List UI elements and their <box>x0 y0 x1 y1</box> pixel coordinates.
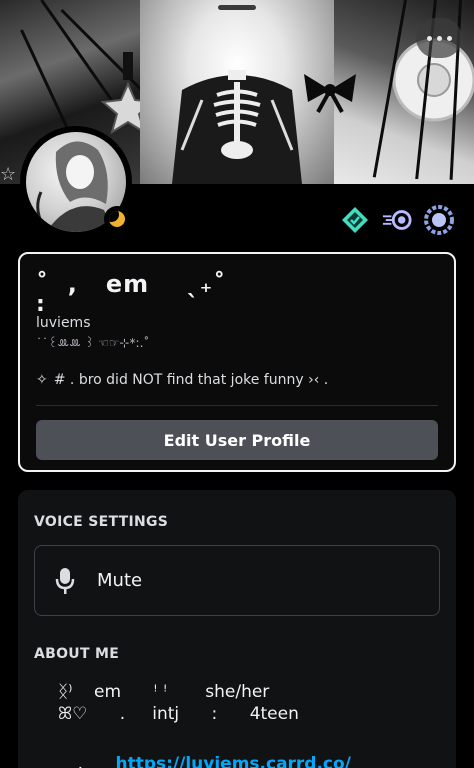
more-options-button[interactable] <box>416 18 462 58</box>
star-outline-icon: ☆ <box>0 164 17 185</box>
about-me-line-3: . https://luviems.carrd.co/ <box>56 734 351 768</box>
display-name: ˚ , em ˎ₊˚ <box>36 270 227 298</box>
username: luviems <box>36 315 91 331</box>
profile-card: ˚ , em ˎ₊˚ : luviems ˙˙꒰ꔛꔛ ꒱ ☜☞⊹*:.˚ ✧ #… <box>18 252 456 472</box>
about-me-line-2: ꕤ♡ . intj : 4teen <box>58 704 299 724</box>
quest-laurel-icon[interactable] <box>424 205 454 235</box>
profile-badges <box>340 205 454 235</box>
display-name-sub: : <box>36 292 45 317</box>
voice-about-card: VOICE SETTINGS Mute ABOUT ME ᛝ⁾ em ꜝ ꜝ s… <box>18 490 456 768</box>
edit-user-profile-button[interactable]: Edit User Profile <box>36 420 438 460</box>
divider <box>36 405 438 406</box>
more-horizontal-icon <box>426 35 432 41</box>
nitro-boost-icon[interactable] <box>382 205 412 235</box>
carrd-link[interactable]: https://luviems.carrd.co/ <box>115 754 350 768</box>
hypesquad-balance-icon[interactable] <box>340 205 370 235</box>
voice-settings-title: VOICE SETTINGS <box>34 514 169 530</box>
about-me-title: ABOUT ME <box>34 646 120 662</box>
status-idle-indicator <box>104 206 130 232</box>
custom-status-text: # . bro did NOT find that joke funny ›‹ … <box>53 372 329 388</box>
moon-icon <box>109 211 125 227</box>
about-me-line-1: ᛝ⁾ em ꜝ ꜝ she/her <box>58 682 270 702</box>
mute-button[interactable]: Mute <box>34 545 440 616</box>
pronoun-line: ˙˙꒰ꔛꔛ ꒱ ☜☞⊹*:.˚ <box>36 336 150 350</box>
microphone-icon <box>55 567 75 594</box>
sparkle-icon: ✧ <box>36 372 48 388</box>
bow-decoration <box>304 74 356 113</box>
mute-label: Mute <box>97 570 143 591</box>
drag-handle[interactable] <box>218 5 256 10</box>
custom-status: ✧ # . bro did NOT find that joke funny ›… <box>36 372 328 388</box>
